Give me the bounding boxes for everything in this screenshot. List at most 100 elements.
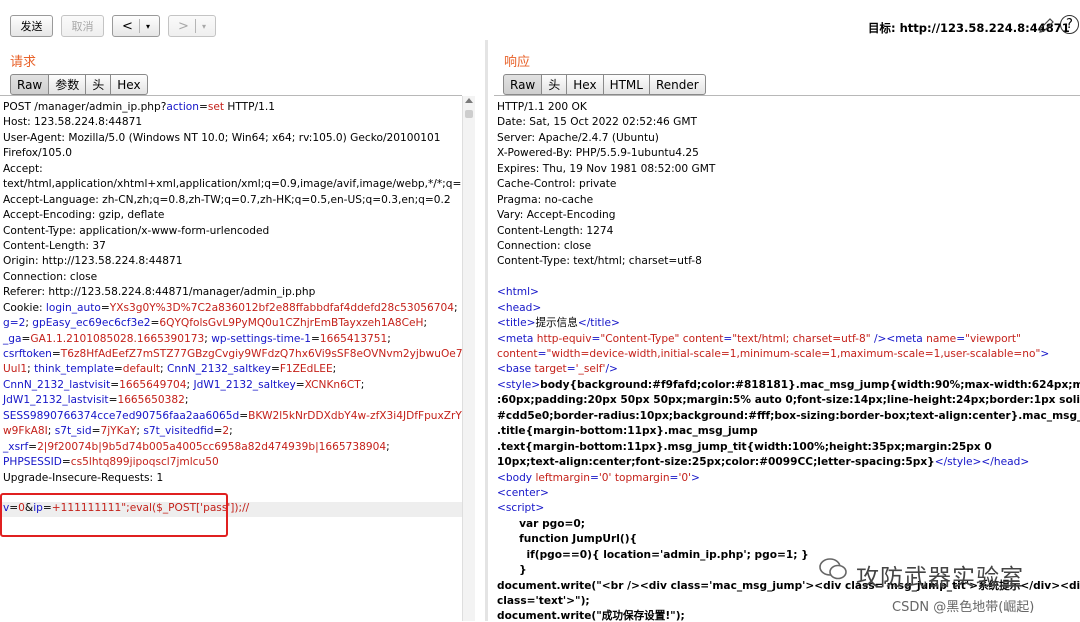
back-arrow-icon: < xyxy=(122,18,133,34)
response-token: = xyxy=(956,332,966,345)
send-button[interactable]: 发送 xyxy=(10,15,53,37)
help-icon[interactable]: ? xyxy=(1060,15,1079,34)
response-token: topmargin xyxy=(611,471,670,484)
response-line: <style>body{background:#f9fafd;color:#81… xyxy=(497,378,1080,393)
request-token: ; xyxy=(160,363,167,376)
request-token: ; xyxy=(360,378,365,391)
request-scroll-thumb[interactable] xyxy=(465,110,473,118)
request-editor[interactable]: POST /manager/admin_ip.php?action=set HT… xyxy=(0,95,462,622)
request-token: _xsrf xyxy=(3,440,29,453)
request-token: ; xyxy=(454,301,458,314)
request-line: Cookie: login_auto=YXs3g0Y%3D%7C2a836012… xyxy=(3,301,462,316)
response-line: Cache-Control: private xyxy=(497,177,1080,192)
request-token: = xyxy=(270,363,280,376)
response-token: <script> xyxy=(497,502,545,515)
response-line: Connection: close xyxy=(497,239,1080,254)
response-token: content xyxy=(679,332,724,345)
request-title: 请求 xyxy=(10,55,37,70)
request-token: SESS9890766374cce7ed90756faa2aa6065d xyxy=(3,409,240,422)
request-token: ; xyxy=(386,440,390,453)
request-line: Uul1; think_template=default; CnnN_2132_… xyxy=(3,362,462,377)
response-token: "width=device-width,initial-scale=1,mini… xyxy=(546,348,1041,360)
response-tab-头[interactable]: 头 xyxy=(542,74,568,95)
scroll-up-icon[interactable] xyxy=(465,98,473,103)
request-line: PHPSESSID=cs5lhtq899jipoqscl7jmlcu50 xyxy=(3,455,462,470)
request-line: Firefox/105.0 xyxy=(3,146,462,161)
response-token: function JumpUrl(){ xyxy=(497,533,638,546)
response-tab-html[interactable]: HTML xyxy=(603,74,650,95)
request-token: YXs3g0Y%3D%7C2a836012bf2e88ffabbdfaf4dde… xyxy=(109,301,455,314)
response-editor[interactable]: HTTP/1.1 200 OK Date: Sat, 15 Oct 2022 02… xyxy=(494,95,1080,622)
forward-button[interactable]: > ▾ xyxy=(168,15,216,37)
request-token: = xyxy=(61,456,71,469)
request-line: JdW1_2132_lastvisit=1665650382; xyxy=(3,393,462,408)
csdn-watermark: CSDN @黑色地带(崛起) xyxy=(892,600,1035,615)
request-line: g=2; gpEasy_ec69ec6cf3e2=6QYQfolsGvL9PyM… xyxy=(3,316,462,331)
response-title: 响应 xyxy=(504,55,531,70)
request-line: SESS9890766374cce7ed90756faa2aa6065d=BKW… xyxy=(3,409,462,424)
request-line: Connection: close xyxy=(3,270,462,285)
cancel-label: 取消 xyxy=(71,20,94,33)
response-token: "text/html; charset=utf-8" xyxy=(732,332,871,345)
request-tab-参数[interactable]: 参数 xyxy=(49,74,87,95)
response-token: Pragma: no-cache xyxy=(497,193,594,206)
request-token: Origin: http://123.58.224.8:44871 xyxy=(3,255,183,268)
response-token: .text{margin-bottom:11px}.msg_jump_tit{w… xyxy=(497,440,992,453)
request-line: Origin: http://123.58.224.8:44871 xyxy=(3,254,462,269)
request-token: = xyxy=(295,378,305,391)
response-token: content xyxy=(497,348,538,360)
request-line: Referer: http://123.58.224.8:44871/manag… xyxy=(3,285,462,300)
request-token: Referer: http://123.58.224.8:44871/manag… xyxy=(3,286,316,299)
request-tab-hex[interactable]: Hex xyxy=(111,74,148,95)
response-tab-render[interactable]: Render xyxy=(649,74,706,95)
request-token: Host: 123.58.224.8:44871 xyxy=(3,116,143,129)
response-text: HTTP/1.1 200 OK Date: Sat, 15 Oct 2022 02… xyxy=(497,100,1080,622)
response-tab-hex[interactable]: Hex xyxy=(567,74,604,95)
request-token: = xyxy=(310,332,320,345)
request-token: XCNKn6CT xyxy=(304,378,361,391)
response-token: Expires: Thu, 19 Nov 1981 08:52:00 GMT xyxy=(497,162,716,175)
cancel-button[interactable]: 取消 xyxy=(61,15,104,37)
request-token: w9FkA8I xyxy=(3,425,48,438)
request-scrollbar[interactable] xyxy=(462,96,475,621)
response-token: var pgo=0; xyxy=(497,517,586,530)
request-token: g=2 xyxy=(3,317,26,330)
response-tab-raw[interactable]: Raw xyxy=(503,74,543,95)
response-line xyxy=(497,270,1080,285)
request-token: HTTP/1.1 xyxy=(224,101,275,113)
response-line: Vary: Accept-Encoding xyxy=(497,208,1080,223)
request-token: BKW2l5kNrDDXdbY4w-zfX3i4JDfFpuxZrYci xyxy=(248,409,462,422)
request-token: = xyxy=(110,378,120,391)
request-token: = xyxy=(28,440,38,453)
request-token: JdW1_2132_saltkey xyxy=(193,378,296,391)
request-token: = xyxy=(51,348,61,360)
response-line: <body leftmargin='0' topmargin='0'> xyxy=(497,471,1080,486)
request-token: Firefox/105.0 xyxy=(3,147,72,160)
request-token: s7t_sid xyxy=(54,425,92,438)
response-line: <center> xyxy=(497,486,1080,501)
edit-target-pencil-icon[interactable] xyxy=(1037,16,1055,36)
request-token: login_auto xyxy=(45,301,101,314)
request-tab-raw[interactable]: Raw xyxy=(10,74,50,95)
request-token: 2|9f20074b|9b5d74b005a4005cc6958a82d4749… xyxy=(37,440,387,453)
response-line: Expires: Thu, 19 Nov 1981 08:52:00 GMT xyxy=(497,162,1080,177)
request-line: POST /manager/admin_ip.php?action=set HT… xyxy=(3,100,462,115)
response-token: HTTP/1.1 200 OK xyxy=(497,101,587,113)
response-token: :60px;padding:20px 50px 50px;margin:5% a… xyxy=(497,394,1080,407)
response-token: body{background:#f9fafd;color:#818181}.m… xyxy=(540,378,1080,391)
response-line: #cdd5e0;border-radius:10px;background:#f… xyxy=(497,409,1080,424)
request-token: Connection: close xyxy=(3,270,98,283)
response-token: Server: Apache/2.4.7 (Ubuntu) xyxy=(497,131,659,144)
brand-watermark: 攻防武器实验室 xyxy=(856,565,1024,591)
back-button[interactable]: < ▾ xyxy=(112,15,160,37)
request-tab-头[interactable]: 头 xyxy=(86,74,112,95)
response-line: var pgo=0; xyxy=(497,517,1080,532)
response-token: </style></head> xyxy=(934,456,1030,469)
response-token: "Content-Type" xyxy=(600,332,680,345)
response-token: Connection: close xyxy=(497,239,592,252)
request-token: CnnN_2132_saltkey xyxy=(166,363,271,376)
request-token: 1665649704 xyxy=(119,378,187,391)
response-line: .text{margin-bottom:11px}.msg_jump_tit{w… xyxy=(497,440,1080,455)
pane-splitter[interactable] xyxy=(485,40,488,621)
response-line: content="width=device-width,initial-scal… xyxy=(497,347,1080,362)
